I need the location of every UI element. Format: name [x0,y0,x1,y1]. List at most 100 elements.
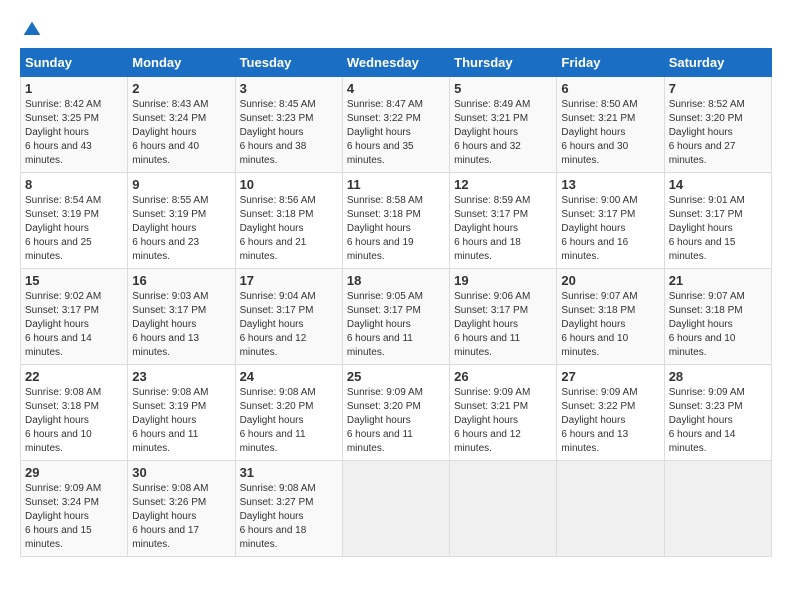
day-detail: Sunrise: 9:07 AM Sunset: 3:18 PM Dayligh… [669,290,767,360]
calendar-cell [342,461,449,557]
calendar-cell: 1 Sunrise: 8:42 AM Sunset: 3:25 PM Dayli… [21,77,128,173]
day-detail: Sunrise: 9:07 AM Sunset: 3:18 PM Dayligh… [561,290,659,360]
day-number: 14 [669,177,767,192]
calendar-cell: 2 Sunrise: 8:43 AM Sunset: 3:24 PM Dayli… [128,77,235,173]
calendar-cell: 16 Sunrise: 9:03 AM Sunset: 3:17 PM Dayl… [128,269,235,365]
calendar-cell: 6 Sunrise: 8:50 AM Sunset: 3:21 PM Dayli… [557,77,664,173]
day-detail: Sunrise: 9:05 AM Sunset: 3:17 PM Dayligh… [347,290,445,360]
day-detail: Sunrise: 9:09 AM Sunset: 3:21 PM Dayligh… [454,386,552,456]
day-number: 21 [669,273,767,288]
day-detail: Sunrise: 8:47 AM Sunset: 3:22 PM Dayligh… [347,98,445,168]
day-number: 2 [132,81,230,96]
calendar-week-row: 29 Sunrise: 9:09 AM Sunset: 3:24 PM Dayl… [21,461,772,557]
day-number: 22 [25,369,123,384]
day-number: 23 [132,369,230,384]
header-row: SundayMondayTuesdayWednesdayThursdayFrid… [21,49,772,77]
day-detail: Sunrise: 9:08 AM Sunset: 3:18 PM Dayligh… [25,386,123,456]
calendar-cell: 11 Sunrise: 8:58 AM Sunset: 3:18 PM Dayl… [342,173,449,269]
day-detail: Sunrise: 9:08 AM Sunset: 3:19 PM Dayligh… [132,386,230,456]
day-detail: Sunrise: 8:42 AM Sunset: 3:25 PM Dayligh… [25,98,123,168]
day-number: 30 [132,465,230,480]
calendar-week-row: 15 Sunrise: 9:02 AM Sunset: 3:17 PM Dayl… [21,269,772,365]
calendar-cell: 21 Sunrise: 9:07 AM Sunset: 3:18 PM Dayl… [664,269,771,365]
weekday-header: Wednesday [342,49,449,77]
day-number: 3 [240,81,338,96]
calendar-cell: 19 Sunrise: 9:06 AM Sunset: 3:17 PM Dayl… [450,269,557,365]
day-detail: Sunrise: 9:08 AM Sunset: 3:26 PM Dayligh… [132,482,230,552]
day-detail: Sunrise: 8:59 AM Sunset: 3:17 PM Dayligh… [454,194,552,264]
day-detail: Sunrise: 9:09 AM Sunset: 3:22 PM Dayligh… [561,386,659,456]
day-detail: Sunrise: 9:01 AM Sunset: 3:17 PM Dayligh… [669,194,767,264]
day-detail: Sunrise: 8:58 AM Sunset: 3:18 PM Dayligh… [347,194,445,264]
day-number: 7 [669,81,767,96]
calendar-cell: 23 Sunrise: 9:08 AM Sunset: 3:19 PM Dayl… [128,365,235,461]
day-detail: Sunrise: 9:06 AM Sunset: 3:17 PM Dayligh… [454,290,552,360]
calendar-cell: 22 Sunrise: 9:08 AM Sunset: 3:18 PM Dayl… [21,365,128,461]
day-detail: Sunrise: 9:02 AM Sunset: 3:17 PM Dayligh… [25,290,123,360]
header [20,16,772,40]
calendar-cell: 17 Sunrise: 9:04 AM Sunset: 3:17 PM Dayl… [235,269,342,365]
calendar-cell: 26 Sunrise: 9:09 AM Sunset: 3:21 PM Dayl… [450,365,557,461]
day-detail: Sunrise: 9:09 AM Sunset: 3:20 PM Dayligh… [347,386,445,456]
day-detail: Sunrise: 8:45 AM Sunset: 3:23 PM Dayligh… [240,98,338,168]
calendar-cell: 4 Sunrise: 8:47 AM Sunset: 3:22 PM Dayli… [342,77,449,173]
day-number: 20 [561,273,659,288]
day-detail: Sunrise: 8:49 AM Sunset: 3:21 PM Dayligh… [454,98,552,168]
calendar-week-row: 22 Sunrise: 9:08 AM Sunset: 3:18 PM Dayl… [21,365,772,461]
day-number: 19 [454,273,552,288]
weekday-header: Monday [128,49,235,77]
calendar-week-row: 8 Sunrise: 8:54 AM Sunset: 3:19 PM Dayli… [21,173,772,269]
calendar-cell: 10 Sunrise: 8:56 AM Sunset: 3:18 PM Dayl… [235,173,342,269]
calendar-cell: 14 Sunrise: 9:01 AM Sunset: 3:17 PM Dayl… [664,173,771,269]
calendar-cell [450,461,557,557]
day-detail: Sunrise: 9:08 AM Sunset: 3:20 PM Dayligh… [240,386,338,456]
day-number: 26 [454,369,552,384]
day-number: 6 [561,81,659,96]
day-detail: Sunrise: 9:03 AM Sunset: 3:17 PM Dayligh… [132,290,230,360]
day-number: 5 [454,81,552,96]
day-detail: Sunrise: 9:09 AM Sunset: 3:23 PM Dayligh… [669,386,767,456]
day-number: 29 [25,465,123,480]
day-number: 8 [25,177,123,192]
calendar-cell: 29 Sunrise: 9:09 AM Sunset: 3:24 PM Dayl… [21,461,128,557]
calendar-cell: 8 Sunrise: 8:54 AM Sunset: 3:19 PM Dayli… [21,173,128,269]
logo-icon [22,20,42,40]
calendar-cell: 20 Sunrise: 9:07 AM Sunset: 3:18 PM Dayl… [557,269,664,365]
calendar-cell: 31 Sunrise: 9:08 AM Sunset: 3:27 PM Dayl… [235,461,342,557]
day-number: 10 [240,177,338,192]
day-detail: Sunrise: 9:04 AM Sunset: 3:17 PM Dayligh… [240,290,338,360]
day-detail: Sunrise: 8:52 AM Sunset: 3:20 PM Dayligh… [669,98,767,168]
calendar-cell: 9 Sunrise: 8:55 AM Sunset: 3:19 PM Dayli… [128,173,235,269]
day-detail: Sunrise: 9:08 AM Sunset: 3:27 PM Dayligh… [240,482,338,552]
calendar-cell: 18 Sunrise: 9:05 AM Sunset: 3:17 PM Dayl… [342,269,449,365]
calendar-cell: 3 Sunrise: 8:45 AM Sunset: 3:23 PM Dayli… [235,77,342,173]
day-number: 31 [240,465,338,480]
weekday-header: Friday [557,49,664,77]
day-detail: Sunrise: 9:00 AM Sunset: 3:17 PM Dayligh… [561,194,659,264]
day-detail: Sunrise: 8:43 AM Sunset: 3:24 PM Dayligh… [132,98,230,168]
calendar-cell: 24 Sunrise: 9:08 AM Sunset: 3:20 PM Dayl… [235,365,342,461]
calendar-cell: 28 Sunrise: 9:09 AM Sunset: 3:23 PM Dayl… [664,365,771,461]
day-number: 4 [347,81,445,96]
calendar-cell [664,461,771,557]
calendar-table: SundayMondayTuesdayWednesdayThursdayFrid… [20,48,772,557]
logo [20,20,42,40]
day-number: 11 [347,177,445,192]
day-number: 25 [347,369,445,384]
day-detail: Sunrise: 8:55 AM Sunset: 3:19 PM Dayligh… [132,194,230,264]
day-number: 24 [240,369,338,384]
day-detail: Sunrise: 8:50 AM Sunset: 3:21 PM Dayligh… [561,98,659,168]
day-number: 13 [561,177,659,192]
calendar-cell: 27 Sunrise: 9:09 AM Sunset: 3:22 PM Dayl… [557,365,664,461]
day-number: 27 [561,369,659,384]
day-number: 15 [25,273,123,288]
calendar-week-row: 1 Sunrise: 8:42 AM Sunset: 3:25 PM Dayli… [21,77,772,173]
day-number: 1 [25,81,123,96]
calendar-cell: 12 Sunrise: 8:59 AM Sunset: 3:17 PM Dayl… [450,173,557,269]
day-number: 18 [347,273,445,288]
calendar-cell: 13 Sunrise: 9:00 AM Sunset: 3:17 PM Dayl… [557,173,664,269]
calendar-cell: 25 Sunrise: 9:09 AM Sunset: 3:20 PM Dayl… [342,365,449,461]
calendar-cell: 15 Sunrise: 9:02 AM Sunset: 3:17 PM Dayl… [21,269,128,365]
calendar-cell: 7 Sunrise: 8:52 AM Sunset: 3:20 PM Dayli… [664,77,771,173]
day-detail: Sunrise: 8:54 AM Sunset: 3:19 PM Dayligh… [25,194,123,264]
